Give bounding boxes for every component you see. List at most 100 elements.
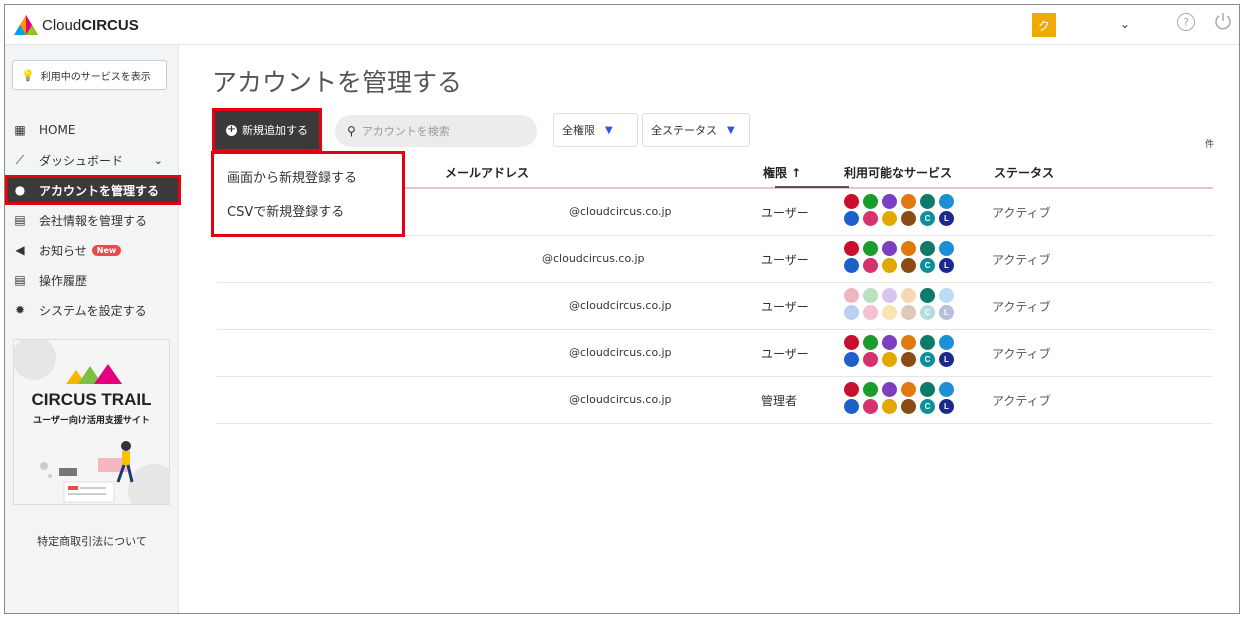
user-icon: ● — [14, 183, 26, 197]
menu-item-register-csv[interactable]: CSVで新規登録する — [213, 193, 403, 227]
service-3-icon — [882, 194, 897, 209]
header-status: ステータス — [994, 166, 1055, 180]
sidebar-item-label: 会社情報を管理する — [39, 213, 148, 228]
row-status: アクティブ — [992, 394, 1051, 408]
service-6-icon — [939, 335, 954, 350]
row-email: @cloudcircus.co.jp — [542, 252, 645, 265]
service-2-icon — [863, 194, 878, 209]
service-9-icon — [882, 399, 897, 414]
power-icon[interactable] — [1213, 11, 1233, 31]
top-bar: CloudCIRCUS ク ⌄ ? — [5, 5, 1239, 45]
table-row[interactable]: @cloudcircus.co.jp 管理者 CL アクティブ — [217, 377, 1213, 424]
service-9-icon — [882, 352, 897, 367]
sidebar-item-accounts[interactable]: ● アカウントを管理する — [5, 175, 181, 205]
sidebar-item-label: システムを設定する — [39, 303, 147, 318]
add-new-menu: 画面から新規登録する CSVで新規登録する — [211, 151, 405, 237]
service-6-icon — [939, 241, 954, 256]
table-row[interactable]: @cloudcircus.co.jp ユーザー CL アクティブ — [217, 330, 1213, 377]
service-5-icon — [920, 194, 935, 209]
service-10-icon — [901, 352, 916, 367]
service-6-icon — [939, 382, 954, 397]
service-3-icon — [882, 288, 897, 303]
row-role: ユーザー — [761, 206, 809, 220]
service-4-icon — [901, 241, 916, 256]
role-filter-select[interactable]: 全権限 ▼ — [553, 113, 638, 147]
row-role: ユーザー — [761, 253, 809, 267]
legal-link[interactable]: 特定商取引法について — [5, 533, 179, 549]
service-11-icon: C — [920, 305, 935, 320]
sidebar-item-label: HOME — [39, 123, 76, 137]
service-icons: CL — [844, 194, 984, 228]
service-10-icon — [901, 258, 916, 273]
circus-trail-banner[interactable]: CIRCUS TRAIL ユーザー向け活用支援サイト — [13, 339, 170, 505]
service-1-icon — [844, 241, 859, 256]
service-icons: CL — [844, 288, 984, 322]
logo-mark-icon — [14, 15, 38, 35]
sidebar-item-label: お知らせ — [39, 243, 87, 258]
service-2-icon — [863, 288, 878, 303]
service-2-icon — [863, 241, 878, 256]
service-5-icon — [920, 335, 935, 350]
service-2-icon — [863, 382, 878, 397]
list-icon: ▤ — [14, 273, 26, 287]
avatar[interactable]: ク — [1032, 13, 1056, 37]
result-count-unit: 件 — [1205, 140, 1215, 150]
chevron-down-icon: ▼ — [605, 124, 613, 136]
service-3-icon — [882, 241, 897, 256]
table-row[interactable]: @cloudcircus.co.jp ユーザー CL アクティブ — [217, 283, 1213, 330]
service-3-icon — [882, 382, 897, 397]
header-role[interactable]: 権限 ↑ — [763, 164, 801, 181]
lightbulb-icon: 💡 — [21, 68, 35, 82]
sidebar-item-history[interactable]: ▤ 操作履歴 — [5, 265, 179, 295]
service-1-icon — [844, 382, 859, 397]
sidebar-item-home[interactable]: ▦ HOME — [5, 115, 179, 145]
service-11-icon: C — [920, 352, 935, 367]
add-new-button[interactable]: + 新規追加する — [212, 108, 322, 152]
search-placeholder: アカウントを検索 — [361, 125, 450, 138]
service-12-icon: L — [939, 258, 954, 273]
sidebar-item-company[interactable]: ▤ 会社情報を管理する — [5, 205, 179, 235]
service-icons: CL — [844, 382, 984, 416]
megaphone-icon: ◀ — [15, 243, 25, 257]
sidebar-item-news[interactable]: ◀ お知らせ New — [5, 235, 179, 265]
service-4-icon — [901, 335, 916, 350]
help-icon[interactable]: ? — [1177, 13, 1195, 31]
service-7-icon — [844, 211, 859, 226]
service-12-icon: L — [939, 211, 954, 226]
add-new-label: 新規追加する — [242, 124, 308, 137]
new-badge: New — [91, 244, 122, 256]
document-icon: ▤ — [14, 213, 26, 227]
service-6-icon — [939, 194, 954, 209]
service-10-icon — [901, 399, 916, 414]
row-email: @cloudcircus.co.jp — [569, 205, 672, 218]
app-window: CloudCIRCUS ク ⌄ ? 💡 利用中のサービスを表示 ▦ HOME ⟋… — [4, 4, 1240, 614]
logo-text: CloudCIRCUS — [42, 16, 139, 34]
row-role: 管理者 — [761, 394, 798, 408]
chevron-down-icon: ▼ — [727, 124, 735, 136]
menu-item-register-on-screen[interactable]: 画面から新規登録する — [213, 159, 403, 193]
show-services-button[interactable]: 💡 利用中のサービスを表示 — [12, 60, 167, 90]
service-7-icon — [844, 258, 859, 273]
sidebar-item-dashboard[interactable]: ⟋ ダッシュボード ⌄ — [5, 145, 179, 175]
service-11-icon: C — [920, 399, 935, 414]
service-4-icon — [901, 288, 916, 303]
row-role: ユーザー — [761, 347, 809, 361]
grid-icon: ▦ — [14, 123, 26, 137]
service-10-icon — [901, 305, 916, 320]
sidebar-nav: ▦ HOME ⟋ ダッシュボード ⌄ ● アカウントを管理する ▤ 会社情報を管… — [5, 115, 181, 325]
service-4-icon — [901, 382, 916, 397]
cloudcircus-logo[interactable]: CloudCIRCUS — [13, 14, 139, 36]
service-12-icon: L — [939, 305, 954, 320]
sidebar-item-system[interactable]: ✹ システムを設定する — [5, 295, 179, 325]
header-email[interactable]: メールアドレス — [445, 164, 529, 181]
service-5-icon — [920, 241, 935, 256]
chevron-down-icon[interactable]: ⌄ — [1120, 17, 1130, 31]
table-row[interactable]: @cloudcircus.co.jp ユーザー CL アクティブ — [217, 236, 1213, 283]
role-filter-value: 全権限 — [562, 124, 595, 137]
row-status: アクティブ — [992, 206, 1051, 220]
page-title: アカウントを管理する — [212, 68, 463, 97]
main-content: アカウントを管理する + 新規追加する ⚲ アカウントを検索 全権限 ▼ 全ステ… — [180, 45, 1239, 613]
account-search-input[interactable]: ⚲ アカウントを検索 — [335, 115, 537, 147]
status-filter-select[interactable]: 全ステータス ▼ — [642, 113, 750, 147]
service-10-icon — [901, 211, 916, 226]
